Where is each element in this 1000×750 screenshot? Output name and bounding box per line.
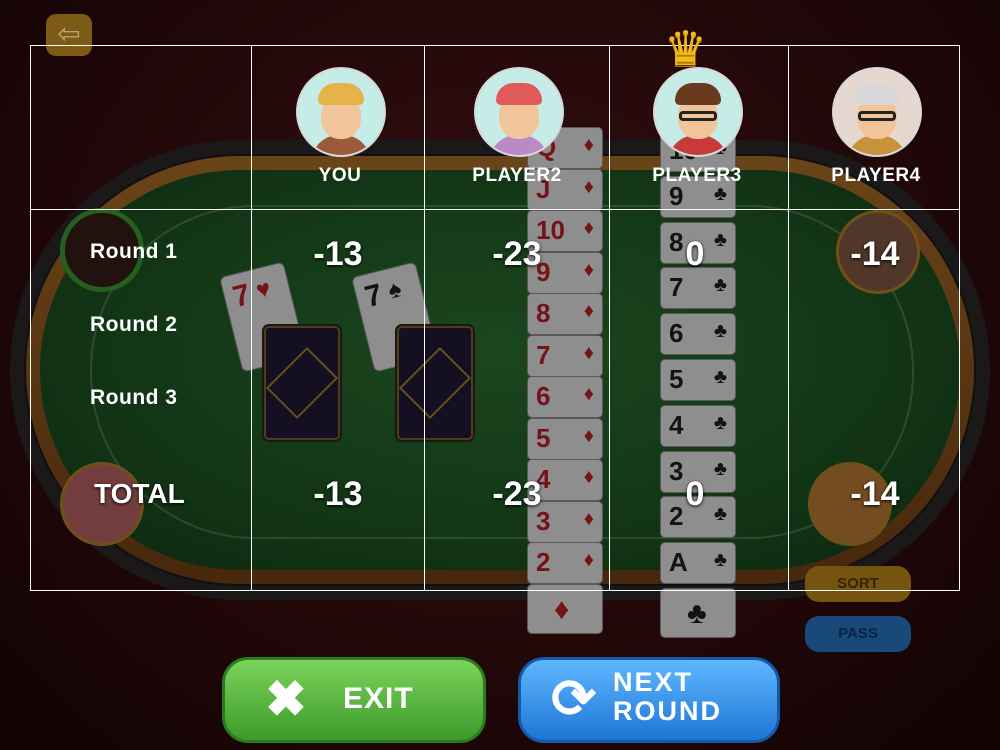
player-name-player2: PLAYER2: [472, 165, 562, 186]
round-label: Round 2: [90, 313, 178, 336]
round-label: Round 1: [90, 240, 178, 263]
player-name-player3: PLAYER3: [652, 165, 742, 186]
round1-score-player4: -14: [850, 235, 900, 273]
round-label: Round 3: [90, 386, 178, 409]
total-score-you: -13: [313, 475, 363, 513]
round1-score-you: -13: [313, 235, 363, 273]
avatar-player2: [474, 67, 564, 157]
next-round-button[interactable]: ⟳ NEXT ROUND: [518, 657, 780, 743]
exit-label: EXIT: [343, 682, 414, 715]
next-round-label: NEXT ROUND: [613, 667, 722, 726]
avatar-player3: [653, 67, 743, 157]
avatar-you: [296, 67, 386, 157]
exit-button[interactable]: ✖ EXIT: [222, 657, 486, 743]
total-score-player2: -23: [492, 475, 542, 513]
grid-divider: [424, 46, 425, 590]
close-icon: ✖: [265, 671, 307, 727]
refresh-icon: ⟳: [551, 669, 597, 729]
grid-divider: [31, 209, 959, 210]
round1-score-player3: 0: [685, 235, 705, 273]
grid-divider: [251, 46, 252, 590]
total-score-player3: 0: [685, 475, 705, 513]
round1-score-player2: -23: [492, 235, 542, 273]
total-score-player4: -14: [850, 475, 900, 513]
total-label: TOTAL: [94, 478, 185, 509]
grid-divider: [788, 46, 789, 590]
player-name-player4: PLAYER4: [831, 165, 921, 186]
player-name-you: YOU: [318, 165, 362, 186]
avatar-player4: [832, 67, 922, 157]
